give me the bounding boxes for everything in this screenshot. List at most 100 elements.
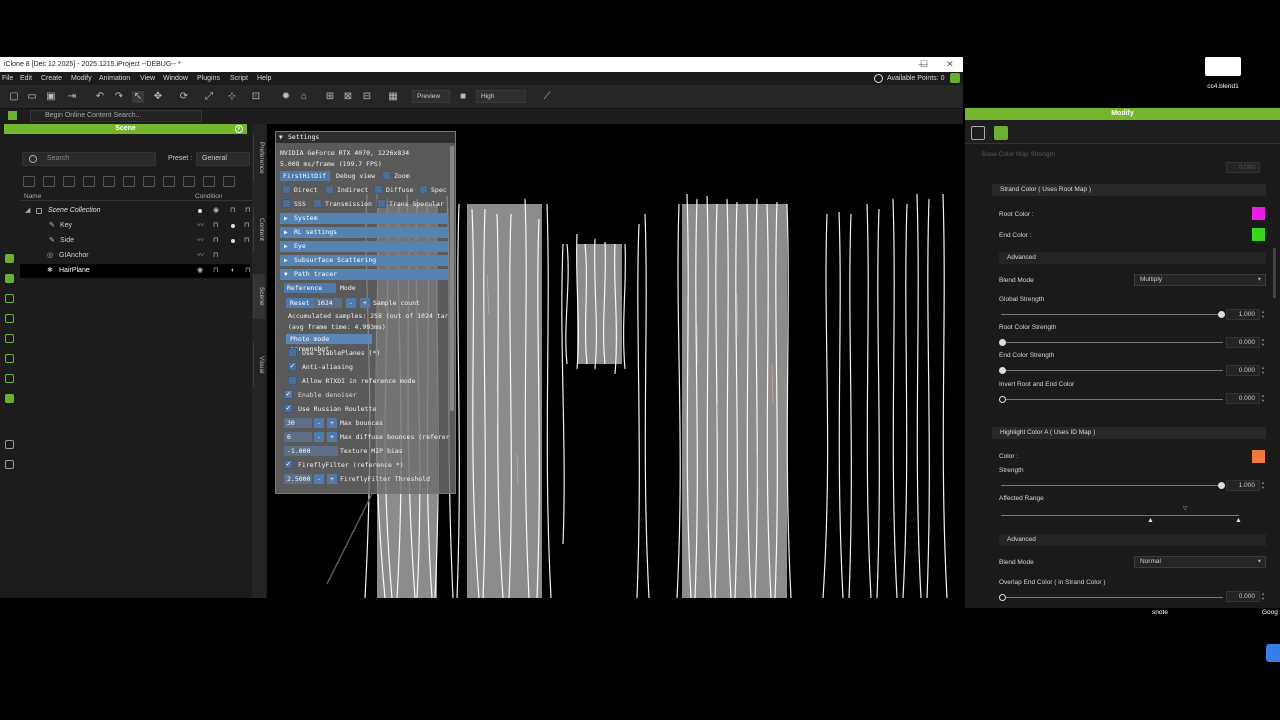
camera-icon[interactable]: ■	[457, 91, 469, 103]
sample-minus-button[interactable]: -	[346, 298, 356, 308]
direct-checkbox[interactable]	[282, 185, 291, 194]
settings-scrollbar[interactable]	[450, 146, 454, 411]
scene-tool-icon-9[interactable]	[183, 176, 195, 187]
menu-help[interactable]: Help	[257, 72, 271, 85]
close-button[interactable]: ✕	[937, 57, 963, 72]
trans-specular-checkbox[interactable]	[377, 199, 386, 208]
russian-roulette-checkbox[interactable]	[284, 403, 293, 413]
anti-aliasing-checkbox[interactable]	[288, 361, 297, 371]
lock-icon[interactable]: ⊓	[213, 234, 218, 248]
desktop-file-icon[interactable]	[1205, 57, 1241, 76]
light-icon[interactable]	[5, 334, 14, 343]
global-strength-value[interactable]: 1.000	[1226, 309, 1260, 320]
zoom-checkbox[interactable]	[382, 171, 391, 180]
move-icon[interactable]: ✥	[152, 91, 164, 103]
tree-item-gianchor[interactable]: ◎ GIAnchor 〰 ⊓	[20, 249, 250, 263]
open-folder-icon[interactable]: ▭	[26, 91, 38, 103]
spec-checkbox[interactable]	[419, 185, 428, 194]
end-strength-slider[interactable]	[999, 367, 1223, 374]
spin-icon[interactable]: ▲ ▼	[1260, 591, 1266, 602]
preset-select[interactable]: General	[196, 152, 250, 166]
tab-content[interactable]: Content	[253, 207, 265, 252]
view-icon[interactable]: ⊟	[361, 91, 373, 103]
tree-item-key[interactable]: ✎ Key 〰 ⊓ ⊓	[20, 219, 250, 233]
rtxdi-checkbox[interactable]	[288, 376, 297, 385]
effect-icon[interactable]	[5, 374, 14, 383]
sample-plus-button[interactable]: +	[360, 298, 370, 308]
strength-value[interactable]: 1.000	[1226, 480, 1260, 491]
range-center-handle-icon[interactable]: ▽	[1183, 505, 1188, 512]
prop-icon[interactable]	[5, 274, 14, 283]
strand-color-section[interactable]: Strand Color ( Uses Root Map )	[992, 184, 1266, 196]
end-color-swatch[interactable]	[1252, 228, 1265, 241]
spin-icon[interactable]: ▲ ▼	[1260, 480, 1266, 491]
slider-knob[interactable]	[1218, 482, 1225, 489]
lock-icon[interactable]: ⊓	[213, 249, 218, 263]
home-icon[interactable]: ⌂	[298, 91, 310, 103]
blend-mode-select-1[interactable]: Multiply	[1134, 274, 1266, 286]
select-icon[interactable]: ↖	[132, 91, 144, 103]
root-strength-slider[interactable]	[999, 339, 1223, 346]
eye-icon[interactable]: ◉	[213, 204, 219, 218]
scene-search-input[interactable]: Search	[22, 152, 156, 166]
preview-select[interactable]: Preview	[412, 90, 450, 103]
invert-value[interactable]: 0.000	[1226, 393, 1260, 404]
scene-tool-icon-6[interactable]	[123, 176, 135, 187]
menu-edit[interactable]: Edit	[20, 72, 32, 85]
debug-view-select[interactable]: FirstHitDif	[280, 171, 330, 181]
tab-preference[interactable]: Preference	[253, 134, 265, 182]
slider-knob[interactable]	[999, 396, 1006, 403]
overlap-slider[interactable]	[999, 594, 1223, 601]
firefly-threshold-field[interactable]: 2.5000	[284, 474, 312, 484]
max-diffuse-minus[interactable]: -	[314, 432, 324, 442]
lock-icon-2[interactable]: ⊓	[244, 234, 249, 248]
firefly-threshold-minus[interactable]: -	[314, 474, 324, 484]
global-strength-slider[interactable]	[1001, 311, 1225, 318]
menu-window[interactable]: Window	[163, 72, 188, 85]
store-icon[interactable]	[950, 73, 960, 83]
scene-tool-icon-3[interactable]	[63, 176, 75, 187]
camera-icon[interactable]	[5, 394, 14, 403]
scene-tool-icon-8[interactable]	[163, 176, 175, 187]
slider-knob[interactable]	[1218, 311, 1225, 318]
visibility-icon[interactable]	[231, 239, 235, 243]
lock-icon-2[interactable]: ⊓	[245, 204, 250, 218]
eye-icon[interactable]: ◉	[197, 264, 203, 278]
grid-icon[interactable]: ▦	[387, 91, 399, 103]
select-box-icon[interactable]	[5, 440, 14, 449]
transmission-checkbox[interactable]	[313, 199, 322, 208]
section-rl-settings[interactable]: RL settings	[280, 227, 448, 238]
scene-tool-icon-4[interactable]	[83, 176, 95, 187]
curve-icon[interactable]	[5, 314, 14, 323]
transform-icon[interactable]	[5, 460, 14, 469]
sample-count-field[interactable]: 1024	[314, 298, 342, 308]
faded-value[interactable]: 0.000	[1226, 162, 1260, 173]
lock-icon[interactable]: ⊓	[213, 264, 218, 278]
spin-icon[interactable]: ▲ ▼	[1260, 309, 1266, 320]
spin-icon[interactable]: ▲ ▼	[1260, 393, 1266, 404]
frame-icon[interactable]: ⊠	[342, 91, 354, 103]
overlap-value[interactable]: 0.000	[1226, 591, 1260, 602]
end-strength-value[interactable]: 0.000	[1226, 365, 1260, 376]
material-icon[interactable]	[994, 126, 1008, 140]
lock-icon-2[interactable]: ⊓	[244, 219, 249, 233]
content-icon[interactable]	[8, 111, 17, 120]
menu-animation[interactable]: Animation	[99, 72, 130, 85]
menu-file[interactable]: File	[2, 72, 13, 85]
scene-tool-icon-2[interactable]	[43, 176, 55, 187]
redo-icon[interactable]: ↷	[113, 91, 125, 103]
online-search-input[interactable]: Begin Online Content Search...	[30, 110, 202, 122]
motion-icon[interactable]	[5, 294, 14, 303]
stableplanes-checkbox[interactable]	[288, 348, 297, 357]
undo-icon[interactable]: ↶	[94, 91, 106, 103]
root-color-swatch[interactable]	[1252, 207, 1265, 220]
firefly-threshold-plus[interactable]: +	[327, 474, 337, 484]
denoiser-checkbox[interactable]	[284, 389, 293, 399]
menu-script[interactable]: Script	[230, 72, 248, 85]
strength-slider[interactable]	[1001, 482, 1225, 489]
lock-icon[interactable]: ⊓	[230, 204, 235, 218]
export-icon[interactable]: ⇥	[66, 91, 78, 103]
indirect-checkbox[interactable]	[325, 185, 334, 194]
tree-item-side[interactable]: ✎ Side 〰 ⊓ ⊓	[20, 234, 250, 248]
spin-icon[interactable]: ▲ ▼	[1260, 337, 1266, 348]
